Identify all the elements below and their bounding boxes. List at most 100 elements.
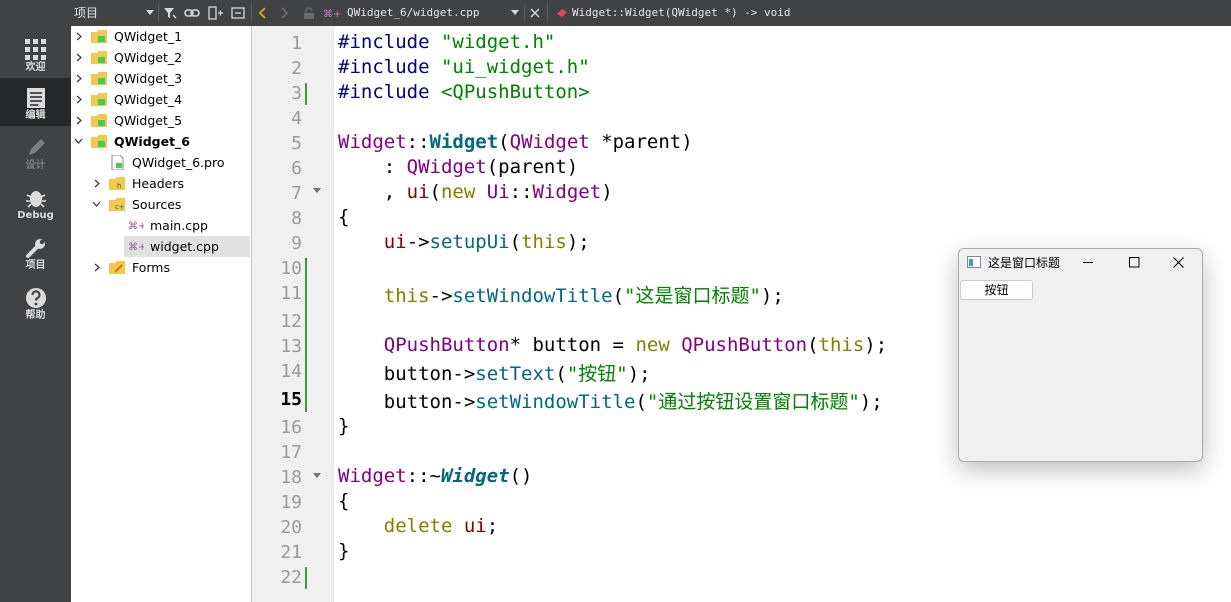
code-token: ->	[429, 285, 453, 307]
code-line-5: Widget::Widget(QWidget *parent)	[338, 131, 693, 153]
tree-item-widget-cpp[interactable]: ⌘+ widget.cpp	[124, 236, 250, 257]
file-path[interactable]: QWidget_6/widget.cpp	[347, 0, 479, 26]
split-icon[interactable]	[208, 6, 224, 20]
code-editor[interactable]: #include "widget.h" #include "ui_widget.…	[338, 26, 958, 602]
line-number: 16	[280, 417, 302, 438]
code-token: *parent)	[589, 131, 693, 153]
mode-design[interactable]: 设计	[0, 128, 71, 176]
code-token: );	[627, 363, 651, 385]
collapse-arrow-icon[interactable]	[92, 201, 101, 207]
mode-welcome[interactable]: 欢迎	[0, 30, 71, 78]
headers-folder-icon: h	[109, 177, 125, 190]
back-arrow-icon[interactable]	[258, 7, 266, 19]
code-token: "按钮"	[566, 363, 628, 385]
code-token: (parent)	[486, 156, 579, 178]
code-token: );	[859, 391, 883, 413]
link-icon[interactable]	[184, 7, 200, 19]
code-token: setText	[475, 363, 556, 385]
tree-item-label: Forms	[132, 260, 171, 275]
push-button[interactable]: 按钮	[960, 280, 1033, 300]
minimize-button[interactable]	[1065, 249, 1111, 277]
mode-debug[interactable]: Debug	[0, 178, 71, 226]
code-line-19: {	[338, 490, 350, 512]
cpp-file-icon: ⌘+	[128, 221, 144, 230]
code-token: (	[498, 131, 510, 153]
tree-item-pro-file[interactable]: QWidget_6.pro	[71, 152, 251, 173]
expand-arrow-icon[interactable]	[76, 32, 82, 41]
svg-text:⌘+: ⌘+	[323, 9, 341, 18]
code-token: Widget	[338, 465, 407, 487]
code-line-1: #include "widget.h"	[338, 31, 555, 53]
lock-icon	[304, 7, 314, 19]
code-token: this	[818, 334, 865, 356]
expand-arrow-icon[interactable]	[94, 179, 100, 188]
code-token: );	[760, 285, 784, 307]
tree-item-qwidget-6[interactable]: QWidget_6	[71, 131, 251, 152]
code-token: (	[429, 181, 441, 203]
tree-item-headers[interactable]: h Headers	[71, 173, 251, 194]
expand-arrow-icon[interactable]	[76, 116, 82, 125]
code-token: button->	[338, 391, 476, 413]
code-token: "ui_widget.h"	[440, 56, 590, 78]
close-button[interactable]	[1156, 249, 1202, 277]
filter-icon[interactable]	[163, 6, 177, 20]
close-file-icon[interactable]	[530, 8, 540, 18]
fold-marker-icon[interactable]	[313, 188, 321, 193]
code-token: ;	[486, 515, 499, 537]
expand-arrow-icon[interactable]	[76, 53, 82, 62]
line-number: 13	[280, 336, 302, 357]
maximize-button[interactable]	[1111, 249, 1157, 277]
tree-item-qwidget-2[interactable]: QWidget_2	[71, 47, 251, 68]
expand-arrow-icon[interactable]	[76, 74, 82, 83]
line-number: 6	[291, 158, 302, 179]
app-window: 这是窗口标题 按钮	[958, 248, 1203, 462]
editor-gutter: 1 2 3 4 5 6 7 8 9 10 11 12 13 14 15 16 1…	[252, 26, 334, 602]
pane-dropdown-icon[interactable]	[146, 10, 154, 16]
sources-folder-icon: c+	[109, 198, 125, 211]
cpp-file-icon: ⌘+	[323, 9, 341, 18]
mode-sidebar: 欢迎 编辑 设计 Debug 项目 帮助	[0, 26, 71, 602]
file-dropdown-icon[interactable]	[511, 10, 519, 16]
code-token: (	[555, 363, 567, 385]
tree-item-forms[interactable]: Forms	[71, 257, 251, 278]
change-marker	[305, 567, 307, 589]
code-token: QPushButton	[681, 334, 808, 356]
fold-marker-icon[interactable]	[313, 473, 321, 478]
code-token: :	[338, 156, 407, 178]
pencil-icon	[28, 139, 45, 155]
tree-item-qwidget-4[interactable]: QWidget_4	[71, 89, 251, 110]
line-number: 20	[280, 517, 302, 538]
code-token: <QPushButton>	[440, 81, 590, 103]
code-token: ()	[509, 465, 533, 487]
tree-item-qwidget-1[interactable]: QWidget_1	[71, 26, 251, 47]
top-toolbar: 项目 ⌘+ QWidget_6/widget.cpp Widget::Widge…	[0, 0, 1231, 26]
tree-item-sources[interactable]: c+ Sources	[71, 194, 251, 215]
code-line-2: #include "ui_widget.h"	[338, 56, 590, 78]
close-pane-icon[interactable]	[231, 7, 245, 19]
code-token: "widget.h"	[440, 31, 556, 53]
qt-project-folder-icon	[91, 135, 107, 148]
qt-project-folder-icon	[91, 72, 107, 85]
symbol-icon	[557, 9, 567, 17]
code-line-18: Widget::~Widget()	[338, 465, 533, 487]
forward-arrow-icon[interactable]	[281, 7, 289, 19]
collapse-arrow-icon[interactable]	[74, 138, 83, 144]
mode-projects[interactable]: 项目	[0, 228, 71, 276]
help-icon	[25, 288, 46, 308]
expand-arrow-icon[interactable]	[94, 263, 100, 272]
minimize-icon	[1083, 262, 1093, 263]
line-number: 19	[280, 492, 302, 513]
code-line-16: }	[338, 415, 350, 437]
tree-item-main-cpp[interactable]: ⌘+ main.cpp	[71, 215, 251, 236]
symbol-selector[interactable]: Widget::Widget(QWidget *) -> void	[572, 0, 791, 26]
mode-help[interactable]: 帮助	[0, 278, 71, 326]
code-token: ->	[406, 231, 430, 253]
tree-item-qwidget-5[interactable]: QWidget_5	[71, 110, 251, 131]
code-token: new	[635, 334, 670, 356]
window-app-icon	[967, 256, 981, 268]
mode-edit[interactable]: 编辑	[0, 78, 71, 126]
tree-item-qwidget-3[interactable]: QWidget_3	[71, 68, 251, 89]
expand-arrow-icon[interactable]	[76, 95, 82, 104]
